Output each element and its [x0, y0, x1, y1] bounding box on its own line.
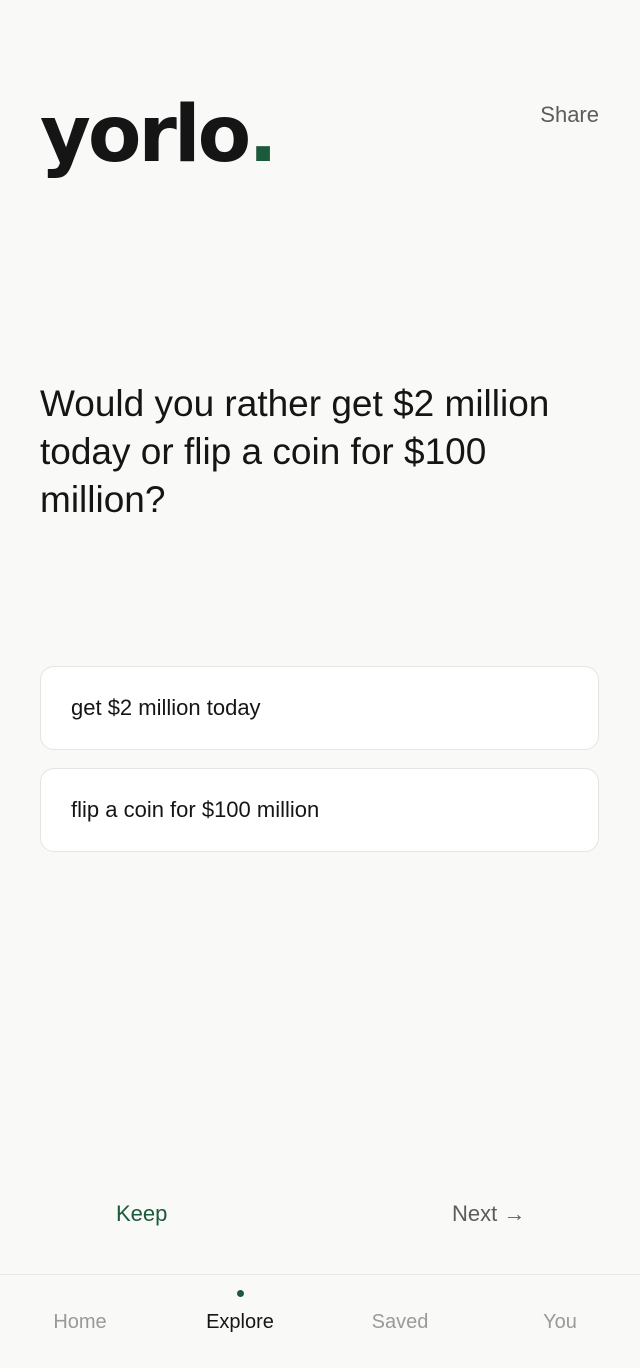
option-flip-coin-button[interactable]: flip a coin for $100 million: [40, 768, 599, 852]
logo-dot: .: [248, 90, 278, 180]
bottom-nav: Home Explore Saved You: [0, 1274, 640, 1368]
app-logo: yorlo.: [40, 96, 278, 174]
option-label: get $2 million today: [71, 695, 261, 720]
question-text: Would you rather get $2 million today or…: [40, 383, 550, 520]
answer-options: get $2 million today flip a coin for $10…: [40, 666, 599, 870]
nav-label: Saved: [371, 1311, 429, 1333]
nav-label: Home: [53, 1311, 107, 1333]
nav-item-saved[interactable]: Saved: [320, 1275, 480, 1368]
option-get-2-million-button[interactable]: get $2 million today: [40, 666, 599, 750]
logo-text: yorlo: [40, 90, 251, 180]
nav-item-home[interactable]: Home: [0, 1275, 160, 1368]
keep-button[interactable]: Keep: [116, 1201, 167, 1227]
nav-item-you[interactable]: You: [480, 1275, 640, 1368]
nav-label: You: [543, 1311, 577, 1333]
nav-label: Explore: [206, 1311, 274, 1333]
share-button[interactable]: Share: [540, 102, 599, 128]
active-indicator-dot: [237, 1290, 244, 1297]
nav-item-explore[interactable]: Explore: [160, 1275, 320, 1368]
next-button[interactable]: Next →: [452, 1201, 525, 1227]
option-label: flip a coin for $100 million: [71, 797, 320, 822]
